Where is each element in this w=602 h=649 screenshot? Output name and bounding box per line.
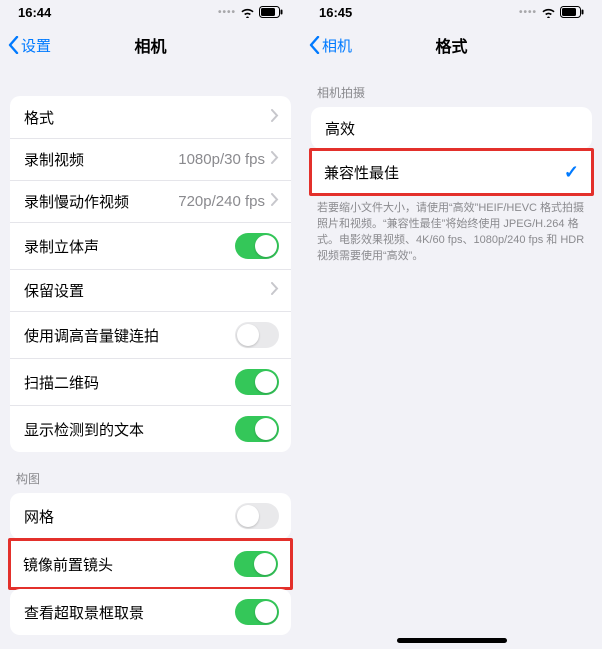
status-bar: 16:44 •••• bbox=[0, 0, 301, 24]
highlight-mirror-front: 镜像前置镜头 bbox=[8, 538, 293, 590]
home-indicator[interactable] bbox=[397, 638, 507, 643]
status-right: •••• bbox=[218, 6, 283, 18]
section-header-capture: 相机拍摄 bbox=[301, 66, 602, 107]
row-record-video[interactable]: 录制视频 1080p/30 fps bbox=[10, 138, 291, 180]
settings-group-2b: 查看超取景框取景 bbox=[10, 589, 291, 635]
live-text-toggle[interactable] bbox=[235, 416, 279, 442]
row-label: 录制立体声 bbox=[24, 236, 99, 257]
row-label: 扫描二维码 bbox=[24, 372, 99, 393]
status-bar: 16:45 •••• bbox=[301, 0, 602, 24]
wifi-icon bbox=[541, 7, 556, 18]
section-footer-formats: 若要缩小文件大小，请使用“高效”HEIF/HEVC 格式拍摄照片和视频。“兼容性… bbox=[301, 195, 602, 269]
row-volume-burst[interactable]: 使用调高音量键连拍 bbox=[10, 311, 291, 358]
row-detail-text: 1080p/30 fps bbox=[178, 151, 265, 168]
format-options: 高效 bbox=[311, 107, 592, 149]
mirror-front-toggle[interactable] bbox=[234, 551, 278, 577]
row-mirror-front-camera[interactable]: 镜像前置镜头 bbox=[11, 541, 290, 587]
wifi-icon bbox=[240, 7, 255, 18]
nav-title: 格式 bbox=[435, 33, 467, 57]
row-label: 高效 bbox=[325, 118, 355, 139]
chevron-left-icon bbox=[8, 36, 19, 54]
section-header-composition: 构图 bbox=[0, 452, 301, 493]
highlight-most-compatible: 兼容性最佳 ✓ bbox=[309, 148, 594, 196]
section-header-photo-capture: 照片拍摄 bbox=[0, 635, 301, 649]
cellular-icon: •••• bbox=[519, 7, 537, 18]
row-label: 录制慢动作视频 bbox=[24, 191, 129, 212]
back-label: 设置 bbox=[21, 35, 51, 56]
row-label: 查看超取景框取景 bbox=[24, 602, 144, 623]
status-right: •••• bbox=[519, 6, 584, 18]
back-button[interactable]: 相机 bbox=[309, 35, 352, 56]
row-stereo[interactable]: 录制立体声 bbox=[10, 222, 291, 269]
chevron-left-icon bbox=[309, 36, 320, 54]
settings-group-2: 网格 bbox=[10, 493, 291, 539]
formats-screen: 16:45 •••• 相机 格式 相机拍摄 高效 兼容性最佳 bbox=[301, 0, 602, 649]
row-label: 录制视频 bbox=[24, 149, 84, 170]
nav-bar: 设置 相机 bbox=[0, 24, 301, 66]
option-most-compatible[interactable]: 兼容性最佳 ✓ bbox=[312, 151, 591, 193]
settings-group-1: 格式 录制视频 1080p/30 fps 录制慢动作视频 720p/240 fp… bbox=[10, 96, 291, 452]
row-preserve-settings[interactable]: 保留设置 bbox=[10, 269, 291, 311]
stereo-toggle[interactable] bbox=[235, 233, 279, 259]
row-label: 镜像前置镜头 bbox=[23, 554, 113, 575]
cellular-icon: •••• bbox=[218, 7, 236, 18]
status-time: 16:44 bbox=[18, 5, 51, 20]
row-label: 格式 bbox=[24, 107, 54, 128]
row-label: 显示检测到的文本 bbox=[24, 419, 144, 440]
row-label: 网格 bbox=[24, 506, 54, 527]
row-label: 兼容性最佳 bbox=[324, 162, 399, 183]
row-record-slomo[interactable]: 录制慢动作视频 720p/240 fps bbox=[10, 180, 291, 222]
chevron-right-icon bbox=[271, 193, 279, 210]
grid-toggle[interactable] bbox=[235, 503, 279, 529]
row-label: 使用调高音量键连拍 bbox=[24, 325, 159, 346]
chevron-right-icon bbox=[271, 109, 279, 126]
chevron-right-icon bbox=[271, 282, 279, 299]
row-view-outside-frame[interactable]: 查看超取景框取景 bbox=[10, 589, 291, 635]
checkmark-icon: ✓ bbox=[564, 162, 579, 183]
row-formats[interactable]: 格式 bbox=[10, 96, 291, 138]
back-button[interactable]: 设置 bbox=[8, 35, 51, 56]
outside-frame-toggle[interactable] bbox=[235, 599, 279, 625]
row-detail-text: 720p/240 fps bbox=[178, 193, 265, 210]
scan-qr-toggle[interactable] bbox=[235, 369, 279, 395]
row-grid[interactable]: 网格 bbox=[10, 493, 291, 539]
nav-title: 相机 bbox=[134, 33, 166, 57]
row-scan-qr[interactable]: 扫描二维码 bbox=[10, 358, 291, 405]
volume-burst-toggle[interactable] bbox=[235, 322, 279, 348]
option-high-efficiency[interactable]: 高效 bbox=[311, 107, 592, 149]
row-label: 保留设置 bbox=[24, 280, 84, 301]
battery-icon bbox=[259, 6, 283, 18]
battery-icon bbox=[560, 6, 584, 18]
row-live-text[interactable]: 显示检测到的文本 bbox=[10, 405, 291, 452]
nav-bar: 相机 格式 bbox=[301, 24, 602, 66]
content: 相机拍摄 高效 兼容性最佳 ✓ 若要缩小文件大小，请使用“高效”HEIF/HEV… bbox=[301, 66, 602, 649]
chevron-right-icon bbox=[271, 151, 279, 168]
status-time: 16:45 bbox=[319, 5, 352, 20]
camera-settings-screen: 16:44 •••• 设置 相机 格式 录制视频 1080p/30 fps bbox=[0, 0, 301, 649]
content: 格式 录制视频 1080p/30 fps 录制慢动作视频 720p/240 fp… bbox=[0, 66, 301, 649]
back-label: 相机 bbox=[322, 35, 352, 56]
